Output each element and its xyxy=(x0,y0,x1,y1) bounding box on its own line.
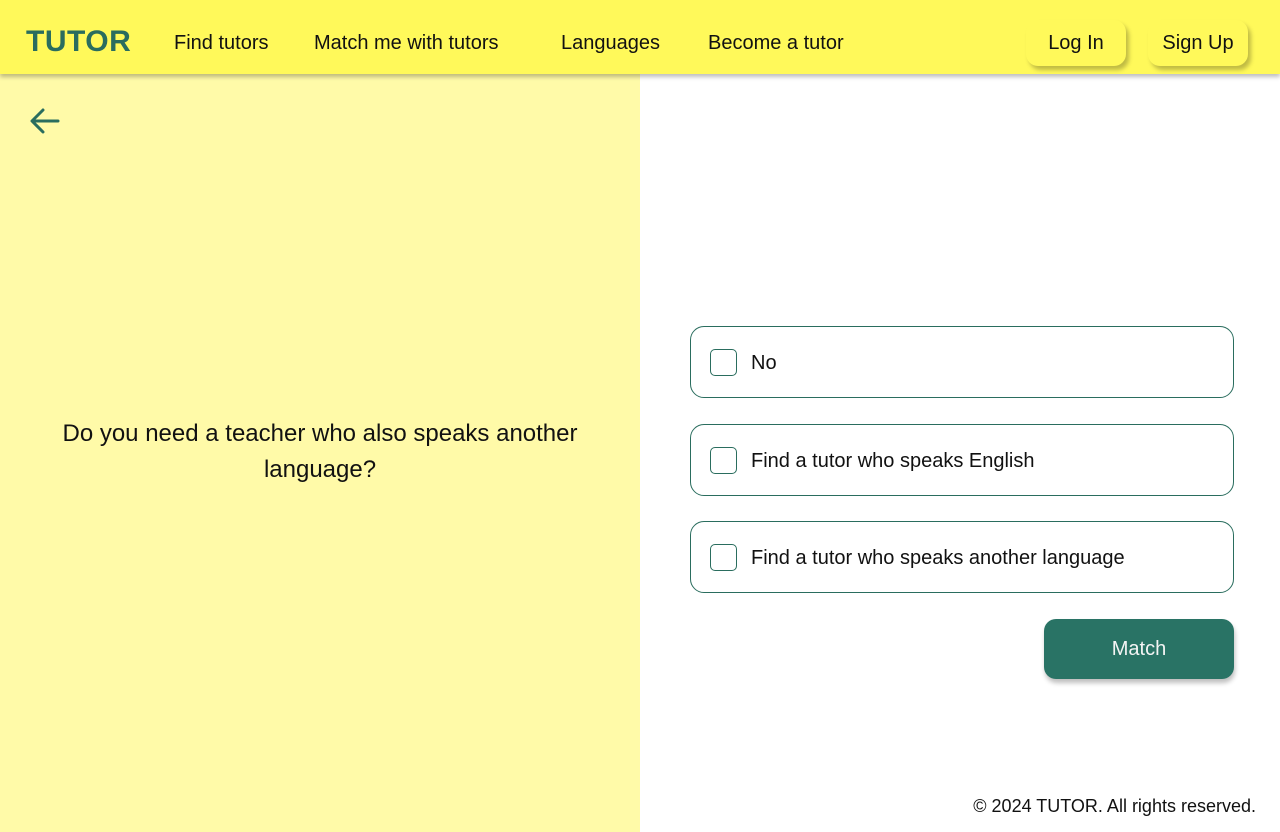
signup-button[interactable]: Sign Up xyxy=(1148,20,1248,66)
option-label: Find a tutor who speaks English xyxy=(751,450,1035,472)
option-speaks-another-language[interactable]: Find a tutor who speaks another language xyxy=(690,521,1234,593)
top-navigation-bar: TUTOR Find tutors Match me with tutors L… xyxy=(0,0,1280,74)
nav-become-a-tutor[interactable]: Become a tutor xyxy=(708,30,844,56)
option-label: No xyxy=(751,352,777,374)
arrow-left-icon xyxy=(30,108,60,134)
option-no[interactable]: No xyxy=(690,326,1234,398)
nav-languages[interactable]: Languages xyxy=(561,30,660,56)
login-button[interactable]: Log In xyxy=(1026,20,1126,66)
checkbox[interactable] xyxy=(710,447,737,474)
question-text: Do you need a teacher who also speaks an… xyxy=(62,420,578,483)
option-label: Find a tutor who speaks another language xyxy=(751,547,1125,569)
checkbox[interactable] xyxy=(710,349,737,376)
checkbox[interactable] xyxy=(710,544,737,571)
nav-find-tutors[interactable]: Find tutors xyxy=(174,30,268,56)
footer-copyright: © 2024 TUTOR. All rights reserved. xyxy=(973,796,1256,816)
back-button[interactable] xyxy=(28,104,62,138)
option-speaks-english[interactable]: Find a tutor who speaks English xyxy=(690,424,1234,496)
logo[interactable]: TUTOR xyxy=(26,22,131,62)
nav-match-me-with-tutors[interactable]: Match me with tutors xyxy=(314,30,499,56)
match-button[interactable]: Match xyxy=(1044,619,1234,679)
